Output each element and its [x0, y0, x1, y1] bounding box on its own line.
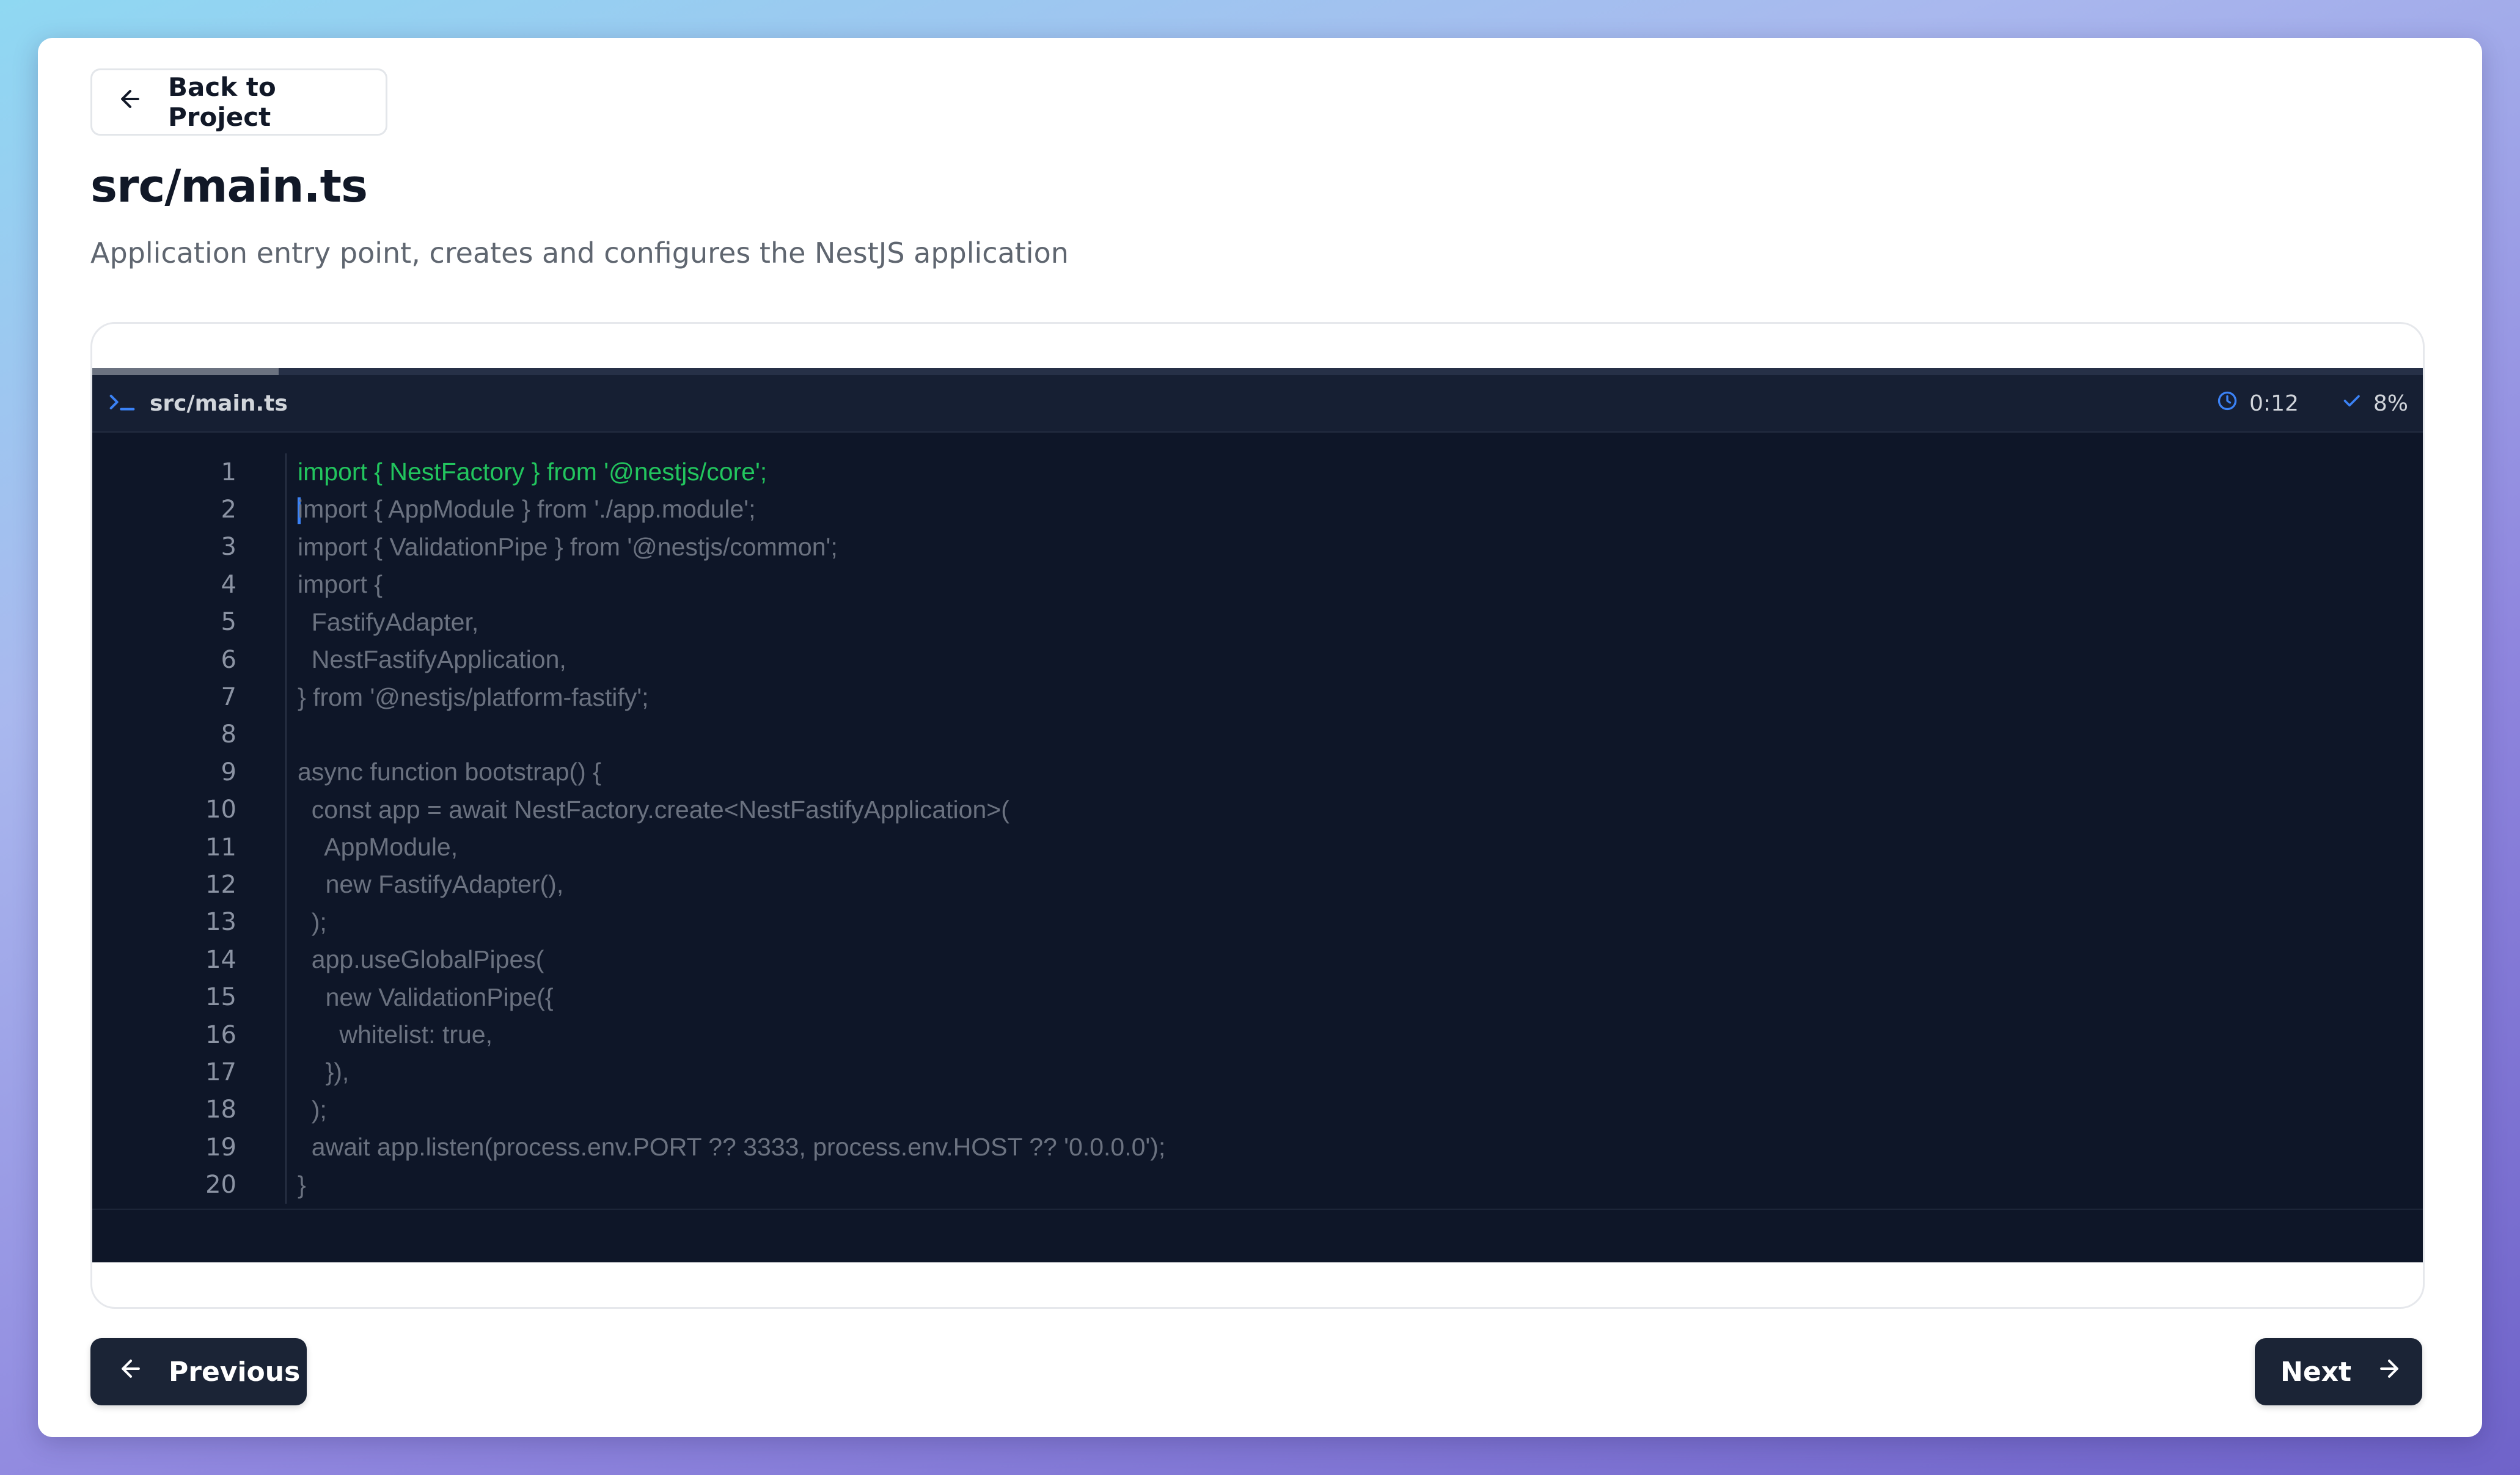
code-terminal: src/main.ts 0:12 8% 1 import { NestFactor… — [92, 368, 2423, 1262]
line-number: 4 — [221, 570, 236, 599]
typing-progress-bar — [92, 368, 2423, 375]
code-line: 12 new FastifyAdapter(), — [92, 866, 2423, 903]
code-text: app.useGlobalPipes( — [298, 945, 544, 974]
code-text: } from '@nestjs/platform-fastify'; — [298, 683, 649, 711]
line-number: 7 — [221, 683, 236, 712]
terminal-filename: src/main.ts — [150, 390, 288, 416]
code-area-bottom-divider — [92, 1209, 2423, 1210]
next-label: Next — [2280, 1356, 2352, 1388]
editor-frame: src/main.ts 0:12 8% 1 import { NestFactor… — [90, 322, 2425, 1309]
line-number: 20 — [205, 1171, 236, 1199]
code-text: new ValidationPipe({ — [298, 983, 554, 1011]
line-number: 5 — [221, 608, 236, 637]
code-line: 20} — [92, 1166, 2423, 1203]
page-title: src/main.ts — [90, 160, 368, 213]
main-card: Back to Project src/main.ts Application … — [38, 38, 2482, 1437]
typing-progress-fill — [92, 368, 279, 375]
code-line: 17 }), — [92, 1053, 2423, 1091]
code-text: import { ValidationPipe } from '@nestjs/… — [298, 532, 838, 561]
code-line: 11 AppModule, — [92, 829, 2423, 866]
clock-icon — [2216, 390, 2238, 417]
code-text: NestFastifyApplication, — [298, 645, 566, 674]
line-number: 8 — [221, 720, 236, 749]
line-number: 2 — [221, 496, 236, 524]
back-to-project-label: Back to Project — [168, 72, 276, 132]
timer-value: 0:12 — [2249, 390, 2299, 416]
code-line: 8 — [92, 716, 2423, 753]
terminal-icon — [107, 390, 137, 417]
line-number: 11 — [205, 833, 236, 862]
terminal-stats: 0:12 8% — [2216, 390, 2408, 417]
code-text: import { NestFactory } from '@nestjs/cor… — [298, 458, 767, 486]
check-icon — [2340, 390, 2362, 417]
arrow-left-icon — [117, 86, 144, 119]
arrow-right-icon — [2376, 1355, 2403, 1389]
terminal-header: src/main.ts 0:12 8% — [92, 375, 2423, 433]
code-text: FastifyAdapter, — [298, 607, 479, 636]
code-line: 9 async function bootstrap() { — [92, 753, 2423, 791]
line-number: 3 — [221, 533, 236, 562]
code-area[interactable]: 1 import { NestFactory } from '@nestjs/co… — [92, 453, 2423, 1204]
code-text: } — [298, 1170, 306, 1199]
progress-value: 8% — [2373, 390, 2408, 416]
code-text: await app.listen(process.env.PORT ?? 333… — [298, 1133, 1166, 1162]
next-button[interactable]: Next — [2255, 1338, 2422, 1405]
code-line: 5 FastifyAdapter, — [92, 604, 2423, 641]
code-line: 3 import { ValidationPipe } from '@nestjs… — [92, 529, 2423, 566]
code-line: 18 ); — [92, 1091, 2423, 1129]
line-number: 10 — [205, 796, 236, 824]
code-line: 16 whitelist: true, — [92, 1016, 2423, 1053]
page-subtitle: Application entry point, creates and con… — [90, 236, 1069, 269]
code-text: async function bootstrap() { — [298, 758, 601, 786]
code-text: import { AppModule } from './app.module'… — [273, 495, 756, 525]
line-number: 13 — [205, 908, 236, 937]
code-line: 19 await app.listen(process.env.PORT ?? … — [92, 1129, 2423, 1166]
back-to-project-button[interactable]: Back to Project — [90, 68, 387, 136]
code-line: 2 import { AppModule } from './app.module… — [92, 491, 2423, 528]
code-line: 7 } from '@nestjs/platform-fastify'; — [92, 678, 2423, 716]
code-line: 6 NestFastifyApplication, — [92, 641, 2423, 678]
code-text: AppModule, — [298, 833, 458, 862]
code-text: }), — [298, 1058, 350, 1086]
code-line: 4 import { — [92, 566, 2423, 603]
previous-label: Previous — [169, 1356, 301, 1388]
line-number: 12 — [205, 870, 236, 899]
arrow-left-icon — [117, 1355, 144, 1389]
code-text: ); — [298, 907, 327, 936]
line-number: 15 — [205, 983, 236, 1012]
line-number: 16 — [205, 1020, 236, 1049]
line-number: 17 — [205, 1058, 236, 1086]
line-number: 9 — [221, 758, 236, 786]
line-number: 6 — [221, 645, 236, 674]
line-number: 1 — [221, 458, 236, 486]
code-text: const app = await NestFactory.create<Nes… — [298, 795, 1009, 824]
code-text-content: import { AppModule } from './app.module'… — [298, 495, 756, 523]
code-text: import { — [298, 570, 383, 599]
code-line: 13 ); — [92, 904, 2423, 941]
line-number: 19 — [205, 1133, 236, 1162]
line-number: 14 — [205, 945, 236, 974]
code-line: 10 const app = await NestFactory.create<… — [92, 791, 2423, 829]
previous-button[interactable]: Previous — [90, 1338, 307, 1405]
code-line: 1 import { NestFactory } from '@nestjs/co… — [92, 453, 2423, 491]
code-line: 14 app.useGlobalPipes( — [92, 941, 2423, 978]
code-text: new FastifyAdapter(), — [298, 870, 564, 899]
code-text: ); — [298, 1095, 327, 1124]
code-text: whitelist: true, — [298, 1020, 493, 1049]
code-line: 15 new ValidationPipe({ — [92, 978, 2423, 1016]
line-number: 18 — [205, 1096, 236, 1124]
